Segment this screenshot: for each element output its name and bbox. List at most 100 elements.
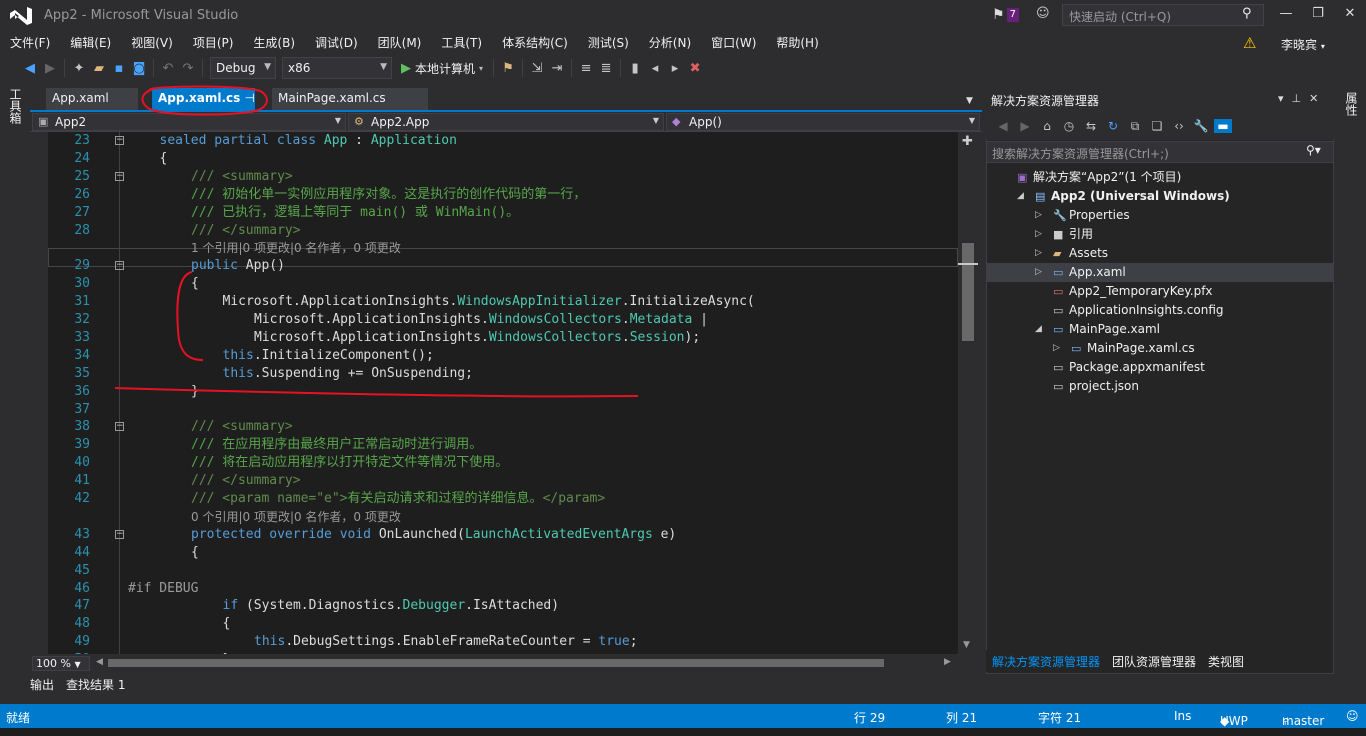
- code-editor[interactable]: 23 − sealed partial class App : Applicatio…: [48, 132, 958, 654]
- tree-item[interactable]: ▭ Package.appxmanifest: [987, 358, 1333, 377]
- sync-icon[interactable]: ⇆: [1082, 119, 1100, 133]
- pin-icon[interactable]: ⊣: [244, 91, 254, 105]
- type-dropdown[interactable]: ⚙ App2.App ▼: [348, 113, 664, 131]
- collapsed-arrow-icon[interactable]: ▷: [1035, 225, 1042, 244]
- collapsed-arrow-icon[interactable]: ▷: [1053, 339, 1060, 358]
- close-icon[interactable]: ✕: [1309, 92, 1318, 105]
- back-icon[interactable]: ◀: [994, 119, 1012, 133]
- comment-icon[interactable]: ≡: [576, 61, 596, 76]
- tree-item[interactable]: ▣ 解决方案“App2”(1 个项目): [987, 168, 1333, 187]
- maximize-button[interactable]: ❐: [1302, 0, 1334, 30]
- menu-tools[interactable]: 工具(T): [431, 34, 492, 51]
- tree-item[interactable]: ▷ ▭ MainPage.xaml.cs: [987, 339, 1333, 358]
- menu-help[interactable]: 帮助(H): [766, 34, 828, 51]
- new-project-icon[interactable]: ✦: [69, 61, 89, 76]
- undo-icon[interactable]: ↶: [158, 61, 178, 76]
- toolbox-tab[interactable]: 工具箱: [8, 88, 24, 124]
- collapse-icon[interactable]: −: [115, 422, 124, 432]
- member-dropdown[interactable]: ◆ App() ▼: [666, 113, 980, 131]
- user-account[interactable]: 李晓宾 ▾: [1281, 36, 1325, 53]
- zoom-select[interactable]: 100 % ▼: [32, 656, 90, 671]
- warning-icon[interactable]: ⚠: [1243, 34, 1256, 52]
- tree-item[interactable]: ▭ ApplicationInsights.config: [987, 301, 1333, 320]
- pin-icon[interactable]: ⊥: [1292, 92, 1302, 105]
- save-all-icon[interactable]: ◙: [129, 61, 149, 76]
- save-icon[interactable]: ▪: [109, 61, 129, 76]
- expanded-arrow-icon[interactable]: ◢: [1035, 320, 1042, 339]
- tree-item[interactable]: ▷ ■ 引用: [987, 225, 1333, 244]
- collapse-icon[interactable]: −: [115, 171, 124, 181]
- smiley-icon[interactable]: ☺: [1346, 709, 1359, 723]
- bookmark-icon[interactable]: ▮: [625, 61, 645, 76]
- tab-find-results[interactable]: 查找结果 1: [66, 676, 125, 693]
- show-all-files-icon[interactable]: ❏: [1148, 119, 1166, 133]
- search-icon[interactable]: ⚲▾: [1306, 143, 1321, 157]
- step-into-icon[interactable]: ⇲: [527, 61, 547, 76]
- scroll-down-icon[interactable]: ▼: [963, 640, 970, 650]
- view-code-icon[interactable]: ‹›: [1170, 119, 1188, 133]
- expanded-arrow-icon[interactable]: ◢: [1017, 187, 1024, 206]
- open-file-icon[interactable]: ▰: [89, 61, 109, 76]
- collapse-icon[interactable]: −: [115, 136, 124, 145]
- run-button[interactable]: ▶ 本地计算机 ▾: [395, 60, 489, 77]
- tab-app-xaml-cs[interactable]: App.xaml.cs ⊣: [152, 88, 255, 110]
- notifications-button[interactable]: ⚑ 7: [992, 5, 1026, 25]
- solution-configuration-select[interactable]: Debug ▼: [210, 57, 276, 79]
- home-icon[interactable]: ⌂: [1038, 119, 1056, 133]
- tab-class-view[interactable]: 类视图: [1202, 650, 1250, 672]
- horizontal-scrollbar-thumb[interactable]: [108, 659, 884, 667]
- panel-menu-icon[interactable]: ▾: [1278, 92, 1284, 105]
- publish-icon[interactable]: ⚑: [498, 61, 518, 76]
- forward-icon[interactable]: ▶: [40, 61, 60, 76]
- tree-item[interactable]: ◢ ▭ MainPage.xaml: [987, 320, 1333, 339]
- refresh-icon[interactable]: ↻: [1104, 119, 1122, 133]
- tree-item[interactable]: ▷ ▰ Assets: [987, 244, 1333, 263]
- step-over-icon[interactable]: ⇥: [547, 61, 567, 76]
- redo-icon[interactable]: ↷: [178, 61, 198, 76]
- menu-file[interactable]: 文件(F): [0, 34, 60, 51]
- menu-analyze[interactable]: 分析(N): [639, 34, 701, 51]
- menu-window[interactable]: 窗口(W): [701, 34, 766, 51]
- menu-build[interactable]: 生成(B): [243, 34, 305, 51]
- menu-team[interactable]: 团队(M): [368, 34, 432, 51]
- tab-app-xaml[interactable]: App.xaml: [46, 88, 138, 110]
- collapsed-arrow-icon[interactable]: ▷: [1035, 244, 1042, 263]
- menu-debug[interactable]: 调试(D): [305, 34, 368, 51]
- tab-team-explorer[interactable]: 团队资源管理器: [1106, 650, 1202, 672]
- uncomment-icon[interactable]: ≣: [596, 61, 616, 76]
- menu-architecture[interactable]: 体系结构(C): [492, 34, 578, 51]
- properties-tab[interactable]: 属性: [1338, 88, 1360, 116]
- scrollbar-thumb[interactable]: [962, 243, 974, 341]
- back-icon[interactable]: ◀: [20, 61, 40, 76]
- collapse-icon[interactable]: −: [115, 529, 124, 539]
- split-window-icon[interactable]: ✚: [962, 134, 973, 149]
- tree-item[interactable]: ▭ App2_TemporaryKey.pfx: [987, 282, 1333, 301]
- pending-changes-icon[interactable]: ◷: [1060, 119, 1078, 133]
- codelens-info[interactable]: 0 个引用|0 项更改|0 名作者，0 项更改: [191, 510, 401, 524]
- collapse-icon[interactable]: −: [115, 261, 124, 271]
- scroll-right-icon[interactable]: ▶: [944, 657, 951, 667]
- search-icon[interactable]: ⚲: [1242, 6, 1252, 21]
- tab-overflow-icon[interactable]: ▼: [966, 96, 973, 106]
- tab-mainpage-xaml-cs[interactable]: MainPage.xaml.cs: [272, 88, 428, 110]
- solution-search-input[interactable]: 搜索解决方案资源管理器(Ctrl+;): [986, 141, 1334, 163]
- editor-vertical-scrollbar[interactable]: [958, 132, 978, 654]
- project-dropdown[interactable]: ▣ App2 ▼: [32, 113, 346, 131]
- tree-item[interactable]: ▭ project.json: [987, 377, 1333, 396]
- minimize-button[interactable]: —: [1270, 0, 1302, 30]
- menu-project[interactable]: 项目(P): [183, 34, 244, 51]
- forward-icon[interactable]: ▶: [1016, 119, 1034, 133]
- feedback-icon[interactable]: ☺: [1036, 6, 1052, 22]
- tab-output[interactable]: 输出: [30, 676, 54, 693]
- previous-bookmark-icon[interactable]: ◂: [645, 61, 665, 76]
- tree-item[interactable]: ▷ ▭ App.xaml: [987, 263, 1333, 282]
- menu-view[interactable]: 视图(V): [121, 34, 183, 51]
- codelens-info[interactable]: 1 个引用|0 项更改|0 名作者，0 项更改: [191, 241, 401, 255]
- collapsed-arrow-icon[interactable]: ▷: [1035, 263, 1042, 282]
- close-button[interactable]: ✕: [1334, 0, 1366, 30]
- tree-item[interactable]: ▷ 🔧 Properties: [987, 206, 1333, 225]
- collapsed-arrow-icon[interactable]: ▷: [1035, 206, 1042, 225]
- next-bookmark-icon[interactable]: ▸: [665, 61, 685, 76]
- tab-solution-explorer[interactable]: 解决方案资源管理器: [986, 650, 1107, 672]
- menu-edit[interactable]: 编辑(E): [60, 34, 121, 51]
